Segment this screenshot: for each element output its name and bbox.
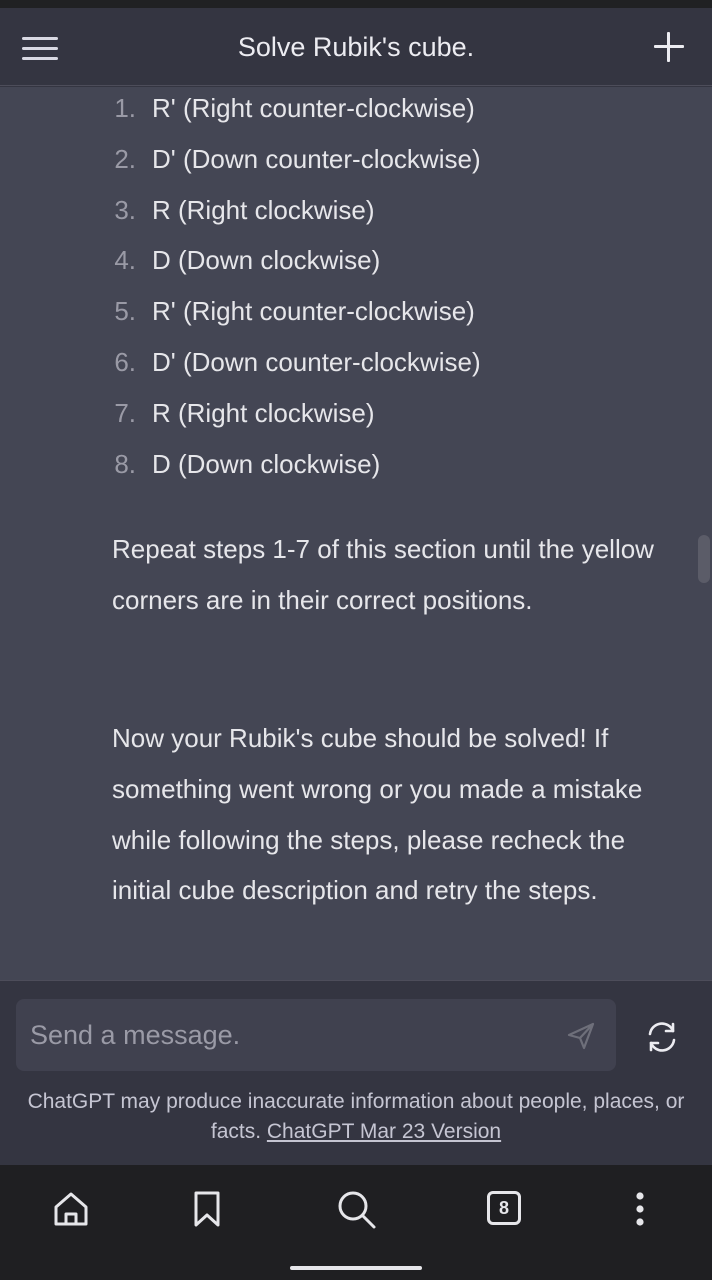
list-item: 8. D (Down clockwise) bbox=[0, 443, 712, 494]
step-number: 1. bbox=[114, 93, 136, 123]
send-icon bbox=[567, 1022, 595, 1050]
hamburger-menu-icon[interactable] bbox=[22, 34, 60, 62]
message-input[interactable] bbox=[30, 999, 550, 1071]
step-number: 6. bbox=[114, 346, 136, 377]
message-paragraph: Repeat steps 1-7 of this section until t… bbox=[112, 534, 654, 615]
home-indicator[interactable] bbox=[290, 1266, 422, 1270]
refresh-icon bbox=[648, 1022, 676, 1052]
list-item: 7. R (Right clockwise) bbox=[0, 392, 712, 443]
step-text: D (Down clockwise) bbox=[152, 448, 381, 479]
disclaimer: ChatGPT may produce inaccurate informati… bbox=[20, 1087, 692, 1147]
step-text: R (Right clockwise) bbox=[152, 397, 375, 428]
app-header: Solve Rubik's cube. bbox=[0, 8, 712, 86]
step-number: 5. bbox=[114, 296, 136, 327]
step-number: 8. bbox=[114, 448, 136, 479]
version-link[interactable]: ChatGPT Mar 23 Version bbox=[267, 1120, 501, 1143]
home-icon bbox=[54, 1192, 88, 1226]
step-text: D' (Down counter-clockwise) bbox=[152, 143, 481, 174]
tab-count-badge: 8 bbox=[487, 1191, 521, 1225]
step-number: 2. bbox=[114, 143, 136, 174]
status-bar bbox=[0, 0, 712, 8]
step-number: 4. bbox=[114, 245, 136, 276]
step-text: D (Down clockwise) bbox=[152, 245, 381, 276]
send-button[interactable] bbox=[564, 1019, 598, 1053]
steps-list: 1. R' (Right counter-clockwise) 2. D' (D… bbox=[0, 87, 712, 493]
more-vertical-icon bbox=[636, 1192, 644, 1226]
bookmarks-button[interactable] bbox=[185, 1187, 229, 1231]
step-text: R' (Right counter-clockwise) bbox=[152, 296, 475, 327]
step-number: 7. bbox=[114, 397, 136, 428]
search-button[interactable] bbox=[334, 1187, 378, 1231]
list-item: 2. D' (Down counter-clockwise) bbox=[0, 138, 712, 189]
home-button[interactable] bbox=[49, 1187, 93, 1231]
message-paragraph: Now your Rubik's cube should be solved! … bbox=[112, 723, 643, 906]
step-text: D' (Down counter-clockwise) bbox=[152, 346, 481, 377]
step-text: R (Right clockwise) bbox=[152, 194, 375, 225]
step-number: 3. bbox=[114, 194, 136, 225]
list-item: 4. D (Down clockwise) bbox=[0, 239, 712, 290]
regenerate-button[interactable] bbox=[642, 1017, 682, 1057]
tabs-button[interactable]: 8 bbox=[483, 1187, 527, 1231]
list-item: 5. R' (Right counter-clockwise) bbox=[0, 290, 712, 341]
browser-navigation-bar: 8 bbox=[0, 1165, 712, 1280]
plus-icon[interactable] bbox=[652, 30, 686, 64]
step-text: R' (Right counter-clockwise) bbox=[152, 93, 475, 123]
list-item: 3. R (Right clockwise) bbox=[0, 189, 712, 240]
chat-title: Solve Rubik's cube. bbox=[237, 32, 475, 62]
message-input-box bbox=[16, 999, 616, 1071]
search-icon bbox=[338, 1191, 376, 1229]
bookmark-icon bbox=[194, 1191, 220, 1227]
list-item: 1. R' (Right counter-clockwise) bbox=[0, 87, 712, 138]
scrollbar-thumb[interactable] bbox=[698, 535, 710, 583]
assistant-message: 1. R' (Right counter-clockwise) 2. D' (D… bbox=[0, 87, 712, 980]
composer-area: ChatGPT may produce inaccurate informati… bbox=[0, 980, 712, 1165]
more-menu-button[interactable] bbox=[618, 1187, 662, 1231]
list-item: 6. D' (Down counter-clockwise) bbox=[0, 341, 712, 392]
